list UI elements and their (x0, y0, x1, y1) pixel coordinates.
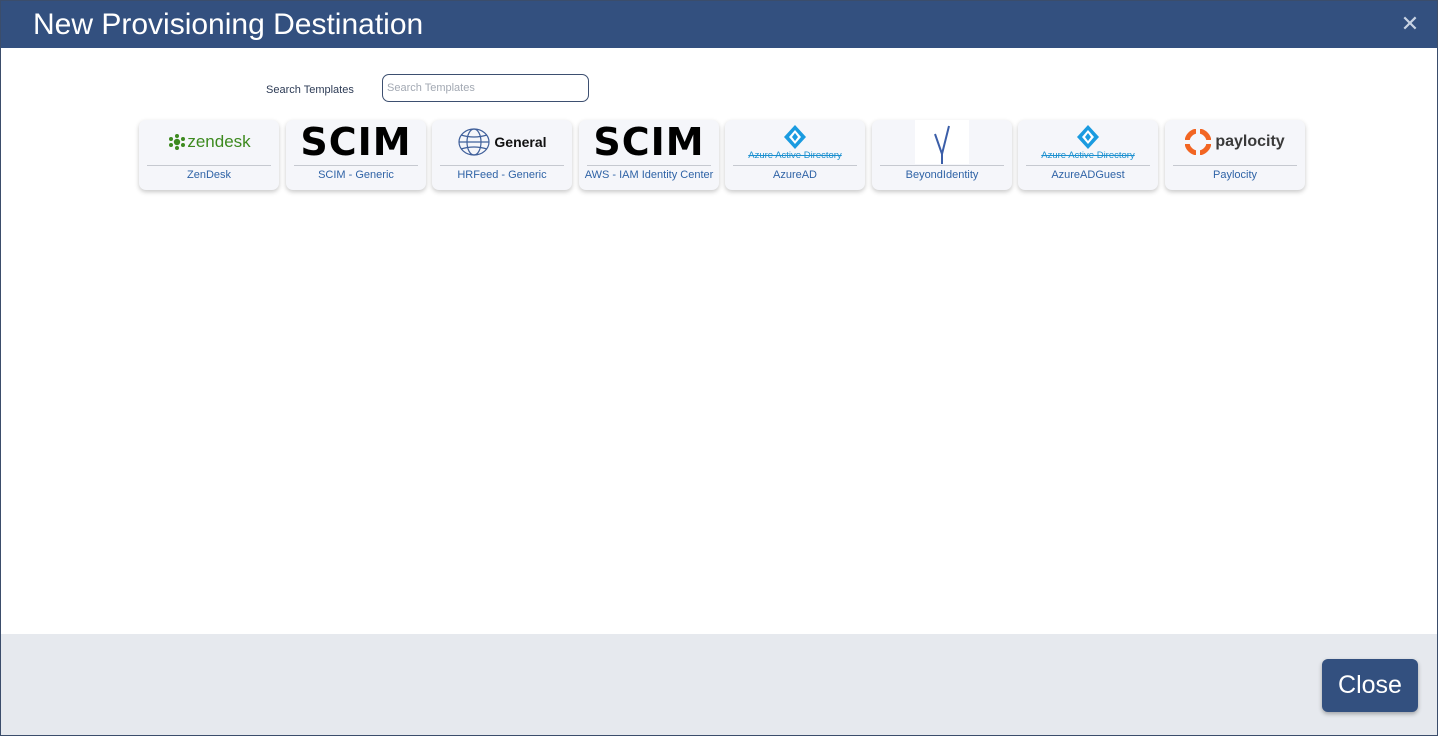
template-tile-hrfeed-generic[interactable]: General HRFeed - Generic (432, 120, 572, 190)
zendesk-logo-text: zendesk (187, 132, 251, 151)
paylocity-mark-icon (1185, 129, 1212, 155)
template-tile-azureadguest[interactable]: Azure Active Directory AzureADGuest (1018, 120, 1158, 190)
paylocity-logo-icon: paylocity (1165, 120, 1305, 164)
template-name: AzureAD (772, 169, 818, 181)
azure-ad-logo: Azure Active Directory (1018, 120, 1158, 164)
general-logo-text: General (494, 134, 547, 150)
template-name: HRFeed - Generic (457, 169, 547, 181)
template-name: SCIM - Generic (318, 169, 394, 181)
scim-logo-icon: SCIM (579, 120, 719, 164)
tile-divider (440, 165, 564, 166)
template-tile-aws-iam-identity-center[interactable]: SCIM AWS - IAM Identity Center (579, 120, 719, 190)
beyond-identity-logo (872, 120, 1012, 164)
tile-divider (1026, 165, 1150, 166)
azure-ad-diamond-icon (784, 124, 806, 149)
globe-icon (458, 128, 491, 156)
close-icon[interactable]: ✕ (1399, 13, 1421, 35)
scim-logo-text: SCIM (300, 120, 412, 164)
azure-ad-logo: Azure Active Directory (725, 120, 865, 164)
new-provisioning-destination-dialog: New Provisioning Destination ✕ Search Te… (0, 0, 1438, 736)
dialog-header: New Provisioning Destination ✕ (1, 1, 1437, 48)
tile-divider (587, 165, 711, 166)
paylocity-logo-text: paylocity (1215, 133, 1285, 150)
template-name: AzureADGuest (1051, 169, 1125, 181)
close-button[interactable]: Close (1322, 659, 1418, 712)
tile-divider (880, 165, 1004, 166)
beyond-identity-check-icon (915, 120, 969, 164)
tile-divider (294, 165, 418, 166)
search-templates-label: Search Templates (266, 84, 354, 96)
template-name: ZenDesk (186, 169, 232, 181)
search-templates-input[interactable] (382, 74, 589, 102)
template-name: AWS - IAM Identity Center (584, 169, 714, 181)
template-tile-azuread[interactable]: Azure Active Directory AzureAD (725, 120, 865, 190)
azure-logo-text: Azure Active Directory (748, 149, 842, 161)
template-tile-scim-generic[interactable]: SCIM SCIM - Generic (286, 120, 426, 190)
azure-logo-text: Azure Active Directory (1041, 149, 1135, 161)
tile-divider (733, 165, 857, 166)
scim-logo-text: SCIM (593, 120, 705, 164)
template-name: Paylocity (1212, 169, 1258, 181)
dialog-title: New Provisioning Destination (33, 8, 424, 41)
template-name: BeyondIdentity (905, 169, 979, 181)
zendesk-logo-icon: zendesk (139, 120, 279, 164)
tile-divider (147, 165, 271, 166)
hrfeed-logo: General (432, 120, 572, 164)
scim-logo-icon: SCIM (286, 120, 426, 164)
tile-divider (1173, 165, 1297, 166)
template-tile-zendesk[interactable]: zendesk ZenDesk (139, 120, 279, 190)
template-tile-paylocity[interactable]: paylocity Paylocity (1165, 120, 1305, 190)
template-tile-beyondidentity[interactable]: BeyondIdentity (872, 120, 1012, 190)
azure-ad-diamond-icon (1077, 124, 1099, 149)
dialog-footer: Close (1, 634, 1437, 735)
